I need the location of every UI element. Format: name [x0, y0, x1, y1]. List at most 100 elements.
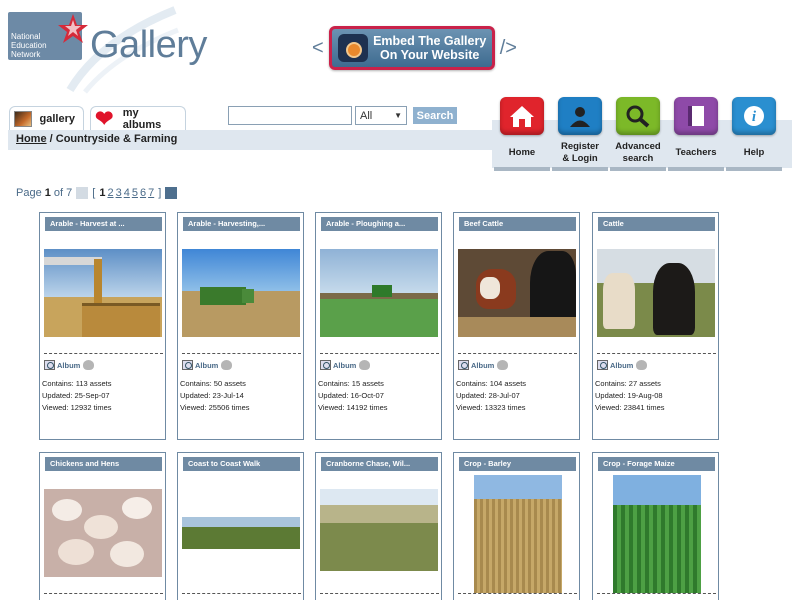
- album-title[interactable]: Arable - Harvesting,...: [183, 217, 300, 231]
- album-viewed: Viewed: 23841 times: [595, 403, 665, 412]
- album-title[interactable]: Cranborne Chase, Wil...: [321, 457, 438, 471]
- embed-close-bracket: />: [499, 36, 517, 59]
- album-title[interactable]: Arable - Ploughing a...: [321, 217, 438, 231]
- search-input[interactable]: [228, 106, 352, 125]
- album-card[interactable]: Coast to Coast Walk: [177, 452, 304, 600]
- album-card[interactable]: Arable - Harvesting,... Album Contains: …: [177, 212, 304, 440]
- tab-my-albums[interactable]: ❤ my albums: [90, 105, 186, 131]
- album-card[interactable]: Crop - Barley: [453, 452, 580, 600]
- nav-label-line: Advanced: [615, 141, 661, 152]
- album-link[interactable]: Album: [320, 360, 371, 370]
- album-label: Album: [195, 360, 219, 370]
- album-card[interactable]: Crop - Forage Maize: [592, 452, 719, 600]
- nav-label: Advanced search: [615, 139, 660, 167]
- search-button[interactable]: Search: [413, 107, 457, 124]
- dropdown-arrow-icon: ▼: [394, 111, 402, 120]
- album-title[interactable]: Arable - Harvest at ...: [45, 217, 162, 231]
- album-link[interactable]: Album: [597, 360, 648, 370]
- heart-icon: ❤: [95, 105, 114, 131]
- album-contains: Contains: 15 assets: [318, 379, 384, 388]
- card-divider: [44, 593, 163, 594]
- album-thumbnail[interactable]: [320, 489, 438, 571]
- favorite-heart-icon[interactable]: [359, 360, 371, 370]
- album-contains: Contains: 104 assets: [456, 379, 527, 388]
- album-thumbnail[interactable]: [458, 249, 576, 337]
- album-card[interactable]: Arable - Ploughing a... Album Contains: …: [315, 212, 442, 440]
- breadcrumb-current: Countryside & Farming: [55, 133, 178, 145]
- album-thumbnail[interactable]: [44, 489, 162, 577]
- album-thumbnail[interactable]: [474, 475, 562, 593]
- card-divider: [320, 593, 439, 594]
- album-title[interactable]: Beef Cattle: [459, 217, 576, 231]
- pager-current: 1: [44, 187, 51, 199]
- album-viewed: Viewed: 25506 times: [180, 403, 250, 412]
- album-contains: Contains: 113 assets: [42, 379, 112, 388]
- album-card[interactable]: Chickens and Hens: [39, 452, 166, 600]
- album-contains: Contains: 27 assets: [595, 379, 661, 388]
- gallery-thumbnail-icon: [14, 110, 32, 127]
- album-thumbnail[interactable]: [182, 249, 300, 337]
- logo-text-line: Network: [11, 50, 41, 59]
- album-card[interactable]: Cranborne Chase, Wil...: [315, 452, 442, 600]
- info-icon: i: [732, 97, 776, 135]
- search-scope-select[interactable]: All ▼: [355, 106, 407, 125]
- album-title[interactable]: Chickens and Hens: [45, 457, 162, 471]
- nav-label: Home: [508, 147, 536, 158]
- nav-register-login-button[interactable]: Register & Login: [552, 97, 608, 171]
- nav-label-line: & Login: [562, 153, 598, 164]
- next-page-icon[interactable]: [165, 187, 178, 199]
- page-link[interactable]: 6: [140, 187, 146, 199]
- favorite-heart-icon[interactable]: [497, 360, 509, 370]
- logo-text: National Education Network: [11, 32, 47, 59]
- album-thumbnail[interactable]: [320, 249, 438, 337]
- album-thumbnail[interactable]: [613, 475, 701, 593]
- album-preview-icon: [458, 360, 469, 370]
- album-title[interactable]: Cattle: [598, 217, 715, 231]
- page-link[interactable]: 2: [107, 187, 113, 199]
- album-link[interactable]: Album: [182, 360, 233, 370]
- nav-home-button[interactable]: Home: [494, 97, 550, 171]
- card-divider: [458, 353, 577, 354]
- album-title[interactable]: Crop - Forage Maize: [598, 457, 715, 471]
- album-thumbnail[interactable]: [597, 249, 715, 337]
- album-link[interactable]: Album: [44, 360, 95, 370]
- page-link[interactable]: 1: [99, 187, 105, 199]
- pagination: Page 1 of 7 [ 1 2 3 4 5 6 7 ]: [16, 187, 181, 199]
- page-link[interactable]: 5: [132, 187, 138, 199]
- nav-help-button[interactable]: i Help: [726, 97, 782, 171]
- embed-label-line: Embed The Gallery: [373, 34, 487, 48]
- page-link[interactable]: 7: [148, 187, 154, 199]
- album-viewed: Viewed: 13323 times: [456, 403, 526, 412]
- logo-text-line: Education: [11, 41, 47, 50]
- album-thumbnail[interactable]: [182, 517, 300, 549]
- prev-page-icon[interactable]: [76, 187, 89, 199]
- tab-label: my albums: [122, 106, 162, 131]
- favorite-heart-icon[interactable]: [83, 360, 95, 370]
- nav-teachers-button[interactable]: Teachers: [668, 97, 724, 171]
- album-preview-icon: [597, 360, 608, 370]
- album-updated: Updated: 19-Aug-08: [595, 391, 663, 400]
- album-card[interactable]: Beef Cattle Album Contains: 104 assets U…: [453, 212, 580, 440]
- favorite-heart-icon[interactable]: [221, 360, 233, 370]
- nav-underline: [668, 167, 724, 171]
- album-link[interactable]: Album: [458, 360, 509, 370]
- page-link[interactable]: 3: [116, 187, 122, 199]
- nav-advanced-search-button[interactable]: Advanced search: [610, 97, 666, 171]
- card-divider: [44, 353, 163, 354]
- album-card[interactable]: Cattle Album Contains: 27 assets Updated…: [592, 212, 719, 440]
- card-divider: [597, 593, 716, 594]
- album-card[interactable]: Arable - Harvest at ... Album Contains: …: [39, 212, 166, 440]
- favorite-heart-icon[interactable]: [636, 360, 648, 370]
- album-title[interactable]: Coast to Coast Walk: [183, 457, 300, 471]
- camera-icon: [337, 34, 368, 62]
- album-thumbnail[interactable]: [44, 249, 162, 337]
- pager-open-bracket: [: [92, 187, 96, 199]
- embed-gallery-button[interactable]: Embed The Gallery On Your Website: [328, 26, 495, 70]
- page-link[interactable]: 4: [124, 187, 130, 199]
- tab-gallery[interactable]: gallery: [9, 106, 84, 130]
- nav-label-line: search: [622, 153, 654, 164]
- album-title[interactable]: Crop - Barley: [459, 457, 576, 471]
- breadcrumb-home-link[interactable]: Home: [16, 133, 47, 145]
- user-login-icon: [558, 97, 602, 135]
- album-label: Album: [333, 360, 357, 370]
